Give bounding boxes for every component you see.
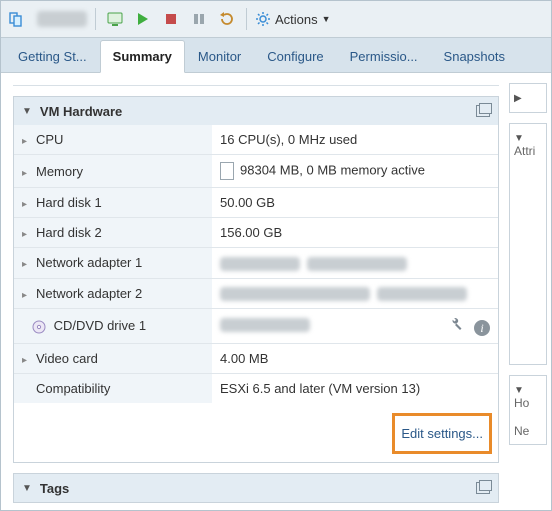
tags-panel: ▼ Tags xyxy=(13,473,499,503)
compat-label: Compatibility xyxy=(36,381,110,396)
actions-label: Actions xyxy=(275,12,318,27)
vm-hardware-table: ▸CPU 16 CPU(s), 0 MHz used ▸Memory 98304… xyxy=(14,125,498,403)
collapse-icon: ▼ xyxy=(514,385,524,396)
edit-settings-link[interactable]: Edit settings... xyxy=(401,426,483,441)
tags-title: Tags xyxy=(40,481,69,496)
content-area: ▼ VM Hardware ▸CPU 16 CPU(s), 0 MHz used… xyxy=(1,73,551,510)
vm-hardware-title: VM Hardware xyxy=(40,104,122,119)
tab-snapshots[interactable]: Snapshots xyxy=(431,40,518,72)
row-nic2: ▸Network adapter 2 xyxy=(14,278,498,309)
suspend-icon[interactable] xyxy=(188,8,210,30)
nav-icon[interactable] xyxy=(7,8,29,30)
hdd1-label: Hard disk 1 xyxy=(36,195,102,210)
compat-value: ESXi 6.5 and later (VM version 13) xyxy=(212,374,498,404)
tabs-bar: Getting St... Summary Monitor Configure … xyxy=(1,38,551,73)
row-video: ▸Video card 4.00 MB xyxy=(14,344,498,374)
vm-hardware-panel: ▼ VM Hardware ▸CPU 16 CPU(s), 0 MHz used… xyxy=(13,96,499,463)
power-off-icon[interactable] xyxy=(160,8,182,30)
hdd1-value: 50.00 GB xyxy=(212,188,498,218)
row-hdd1: ▸Hard disk 1 50.00 GB xyxy=(14,188,498,218)
collapse-icon: ▼ xyxy=(22,483,32,494)
row-cddvd: CD/DVD drive 1 i xyxy=(14,309,498,344)
side-panel-attributes[interactable]: ▼ Attri xyxy=(509,123,547,365)
nic1-label: Network adapter 1 xyxy=(36,255,142,270)
row-cpu: ▸CPU 16 CPU(s), 0 MHz used xyxy=(14,125,498,155)
tab-summary[interactable]: Summary xyxy=(100,40,185,73)
attri-label: Attri xyxy=(514,144,535,158)
nic1-value xyxy=(212,248,498,279)
collapse-icon: ▼ xyxy=(22,106,32,117)
toolbar: Actions ▼ xyxy=(1,1,551,38)
vm-name-blurred xyxy=(37,11,87,27)
tab-monitor[interactable]: Monitor xyxy=(185,40,254,72)
tab-getting-started[interactable]: Getting St... xyxy=(5,40,100,72)
cpu-value: 16 CPU(s), 0 MHz used xyxy=(212,125,498,155)
tab-permissions[interactable]: Permissio... xyxy=(337,40,431,72)
console-icon[interactable] xyxy=(104,8,126,30)
ho-label: Ho xyxy=(514,396,529,410)
edit-settings-highlight: Edit settings... xyxy=(392,413,492,454)
chevron-down-icon: ▼ xyxy=(322,14,331,24)
row-hdd2: ▸Hard disk 2 156.00 GB xyxy=(14,218,498,248)
row-memory: ▸Memory 98304 MB, 0 MB memory active xyxy=(14,155,498,188)
panel-restore-icon[interactable] xyxy=(476,105,490,117)
vm-hardware-header[interactable]: ▼ VM Hardware xyxy=(14,97,498,125)
power-on-icon[interactable] xyxy=(132,8,154,30)
side-panel-ho[interactable]: ▼ Ho Ne xyxy=(509,375,547,445)
reset-icon[interactable] xyxy=(216,8,238,30)
cd-dvd-icon xyxy=(32,318,50,333)
info-icon[interactable]: i xyxy=(474,320,490,336)
memory-label: Memory xyxy=(36,164,83,179)
panel-restore-icon[interactable] xyxy=(476,482,490,494)
row-nic1: ▸Network adapter 1 xyxy=(14,248,498,279)
cpu-label: CPU xyxy=(36,132,63,147)
ne-label: Ne xyxy=(514,424,529,438)
video-label: Video card xyxy=(36,351,98,366)
hdd2-label: Hard disk 2 xyxy=(36,225,102,240)
tab-configure[interactable]: Configure xyxy=(254,40,336,72)
tags-header[interactable]: ▼ Tags xyxy=(14,474,498,502)
video-value: 4.00 MB xyxy=(212,344,498,374)
nic2-label: Network adapter 2 xyxy=(36,286,142,301)
memory-icon xyxy=(220,162,234,180)
wrench-icon[interactable] xyxy=(448,316,464,335)
gear-icon xyxy=(255,11,271,27)
row-compat: ▸Compatibility ESXi 6.5 and later (VM ve… xyxy=(14,374,498,404)
cddvd-label: CD/DVD drive 1 xyxy=(54,318,146,333)
actions-menu[interactable]: Actions ▼ xyxy=(255,11,331,27)
collapse-icon: ▼ xyxy=(514,133,524,144)
side-panel-collapsed-1[interactable]: ▶ xyxy=(509,83,547,113)
hdd2-value: 156.00 GB xyxy=(212,218,498,248)
nic2-value xyxy=(212,278,498,309)
memory-value: 98304 MB, 0 MB memory active xyxy=(212,155,498,188)
expand-icon: ▶ xyxy=(514,93,522,104)
cddvd-value: i xyxy=(212,309,498,344)
